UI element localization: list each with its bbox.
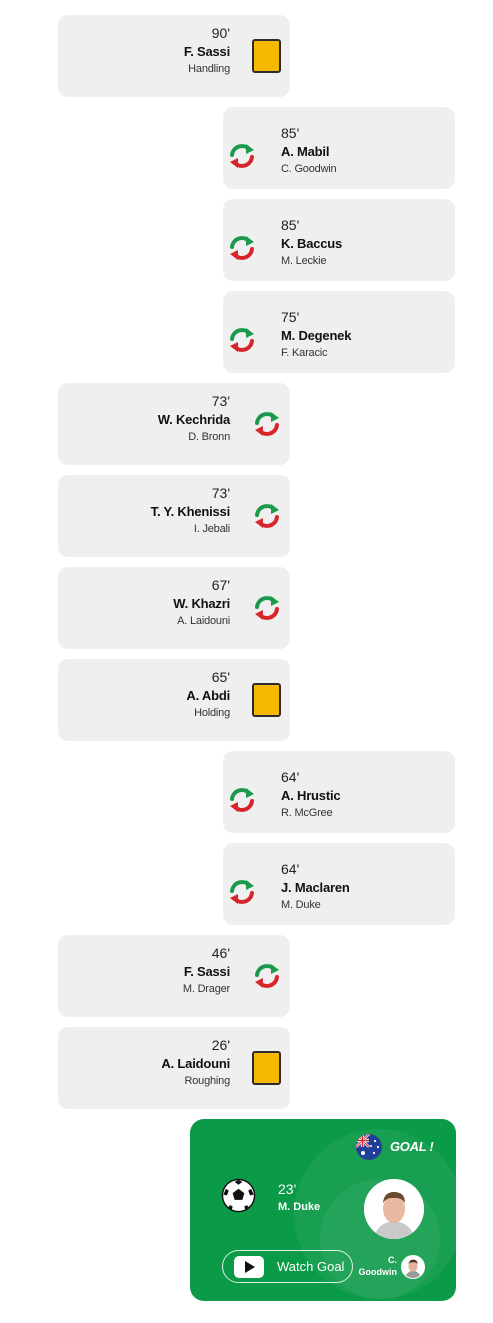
event-minute: 46' [211,945,230,961]
event-player: A. Laidouni [161,1056,230,1071]
event-detail: Handling [188,63,230,75]
australia-flag-icon [356,1134,382,1160]
substitution-icon [255,596,279,620]
event-minute: 75' [281,309,300,325]
watch-goal-button[interactable]: Watch Goal [222,1250,353,1283]
event-detail: C. Goodwin [281,163,337,175]
event-player: F. Sassi [183,44,230,59]
goal-card: GOAL ! 23' M. Duke Watch Goal C. Goodwin [190,1119,456,1301]
watch-goal-label: Watch Goal [277,1259,345,1274]
substitution-icon [230,788,254,812]
substitution-icon [230,880,254,904]
assist-avatar [401,1255,425,1279]
event-minute: 85' [281,217,300,233]
event-player: A. Hrustic [281,788,341,803]
substitution-icon [255,964,279,988]
scorer-avatar [364,1179,424,1239]
event-player: W. Khazri [173,596,230,611]
event-player: M. Degenek [281,328,352,343]
event-card: 64' A. Hrustic R. McGree [223,751,455,833]
event-detail: Holding [194,707,230,719]
event-card: 90' F. Sassi Handling [58,15,290,97]
event-player: T. Y. Khenissi [150,504,231,519]
event-player: W. Kechrida [157,412,230,427]
yellow-card-icon [252,683,281,717]
event-detail: Roughing [184,1075,231,1087]
event-card: 73' T. Y. Khenissi I. Jebali [58,475,290,557]
substitution-icon [255,412,279,436]
event-card: 75' M. Degenek F. Karacic [223,291,455,373]
event-minute: 90' [211,25,230,41]
event-detail: F. Karacic [281,347,328,359]
event-card: 64' J. Maclaren M. Duke [223,843,455,925]
event-minute: 73' [211,393,230,409]
event-minute: 64' [281,769,300,785]
event-player: F. Sassi [183,964,230,979]
event-card: 73' W. Kechrida D. Bronn [58,383,290,465]
event-minute: 26' [211,1037,230,1053]
substitution-icon [230,236,254,260]
event-detail: M. Leckie [281,255,327,267]
assist-player: C. Goodwin [358,1255,398,1277]
goal-label: GOAL ! [390,1139,434,1154]
event-card: 65' A. Abdi Holding [58,659,290,741]
event-player: K. Baccus [281,236,343,251]
event-minute: 65' [211,669,230,685]
event-card: 85' A. Mabil C. Goodwin [223,107,455,189]
event-detail: I. Jebali [193,523,230,535]
substitution-icon [230,328,254,352]
yellow-card-icon [252,39,281,73]
play-icon [234,1255,264,1278]
event-detail: D. Bronn [188,431,230,443]
event-minute: 73' [211,485,230,501]
event-card: 26' A. Laidouni Roughing [58,1027,290,1109]
event-detail: M. Duke [281,899,321,911]
substitution-icon [255,504,279,528]
yellow-card-icon [252,1051,281,1085]
event-minute: 67' [211,577,230,593]
event-card: 67' W. Khazri A. Laidouni [58,567,290,649]
event-player: A. Mabil [281,144,330,159]
event-detail: A. Laidouni [177,615,230,627]
event-minute: 64' [281,861,300,877]
event-card: 46' F. Sassi M. Drager [58,935,290,1017]
event-detail: M. Drager [182,983,230,995]
event-minute: 85' [281,125,300,141]
soccer-ball-icon [221,1178,256,1213]
goal-scorer: M. Duke [278,1201,321,1213]
substitution-icon [230,144,254,168]
event-player: J. Maclaren [281,880,350,895]
event-player: A. Abdi [186,688,230,703]
event-detail: R. McGree [281,807,333,819]
goal-minute: 23' [278,1181,297,1197]
event-card: 85' K. Baccus M. Leckie [223,199,455,281]
